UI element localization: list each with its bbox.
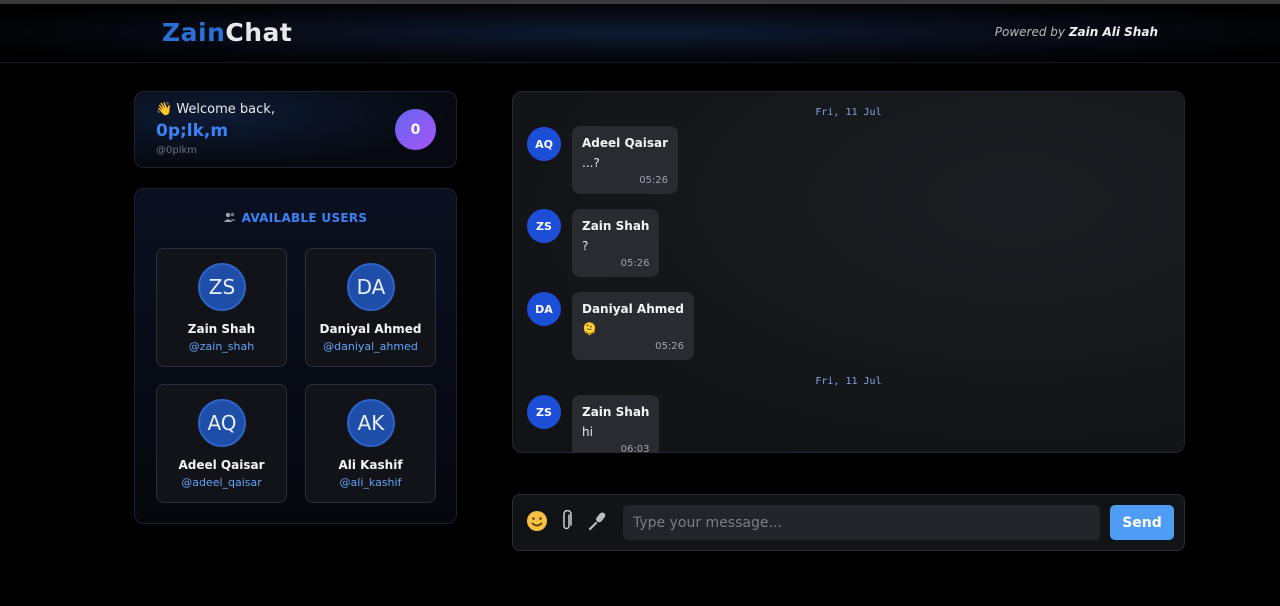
user-card-adeel-qaisar[interactable]: AQ Adeel Qaisar @adeel_qaisar: [156, 384, 287, 503]
message-bubble: Zain Shah hi 06:03: [572, 395, 660, 453]
message-time: 05:26: [639, 175, 669, 186]
message-bubble: Zain Shah ? 05:26: [572, 209, 660, 277]
message-bubble: Daniyal Ahmed 🫠 05:26: [572, 292, 694, 360]
brand-part-2: Chat: [225, 18, 293, 47]
welcome-label: 👋 Welcome back,: [156, 102, 275, 117]
message-avatar: DA: [527, 292, 561, 326]
message-sender: Zain Shah: [582, 219, 650, 233]
user-badge[interactable]: 0: [395, 109, 436, 150]
user-handle: @daniyal_ahmed: [323, 340, 418, 353]
app-header: ZainChat Powered by Zain Ali Shah: [0, 4, 1280, 63]
powered-name: Zain Ali Shah: [1068, 25, 1158, 39]
users-icon: [223, 212, 236, 225]
paperclip-icon[interactable]: [561, 509, 573, 537]
user-handle: @zain_shah: [188, 340, 255, 353]
message-sender: Daniyal Ahmed: [582, 302, 684, 316]
message-time: 05:26: [620, 258, 650, 269]
microphone-icon[interactable]: [587, 510, 609, 537]
user-name: Daniyal Ahmed: [319, 322, 422, 336]
user-name: Adeel Qaisar: [178, 458, 265, 472]
avatar: AK: [347, 399, 395, 447]
brand-logo[interactable]: ZainChat: [162, 18, 292, 47]
send-button[interactable]: Send: [1110, 505, 1174, 540]
message-bubble: Adeel Qaisar ...? 05:26: [572, 126, 679, 194]
user-card-zain-shah[interactable]: ZS Zain Shah @zain_shah: [156, 248, 287, 367]
message-sender: Zain Shah: [582, 405, 650, 419]
message-text: hi: [582, 425, 593, 439]
message-composer: Send: [512, 494, 1185, 551]
avatar: AQ: [198, 399, 246, 447]
avatar: ZS: [198, 263, 246, 311]
brand-part-1: Zain: [162, 18, 226, 47]
date-separator: Fri, 11 Jul: [815, 107, 882, 118]
message-avatar: AQ: [527, 127, 561, 161]
message-time: 06:03: [620, 444, 650, 453]
current-user-handle: @0plkm: [156, 145, 198, 156]
welcome-text: Welcome back,: [176, 102, 275, 117]
powered-prefix: Powered by: [994, 25, 1069, 39]
message-text: 🫠: [582, 322, 597, 336]
message-text: ...?: [582, 156, 600, 170]
message-avatar: ZS: [527, 209, 561, 243]
user-handle: @ali_kashif: [339, 476, 402, 489]
user-card-ali-kashif[interactable]: AK Ali Kashif @ali_kashif: [305, 384, 436, 503]
available-users-label: AVAILABLE USERS: [241, 211, 368, 225]
user-handle: @adeel_qaisar: [181, 476, 262, 489]
available-users-panel: AVAILABLE USERS ZS Zain Shah @zain_shah …: [134, 188, 457, 524]
message-avatar: ZS: [527, 395, 561, 429]
wave-icon: 👋: [156, 102, 173, 117]
available-users-title: AVAILABLE USERS: [135, 211, 456, 225]
user-name: Ali Kashif: [338, 458, 403, 472]
user-name: Zain Shah: [187, 322, 256, 336]
powered-by: Powered by Zain Ali Shah: [995, 25, 1158, 39]
avatar: DA: [347, 263, 395, 311]
current-user-name: 0p;lk,m: [156, 121, 229, 141]
date-separator: Fri, 11 Jul: [815, 376, 882, 387]
user-card-daniyal-ahmed[interactable]: DA Daniyal Ahmed @daniyal_ahmed: [305, 248, 436, 367]
welcome-card: 👋 Welcome back, 0p;lk,m @0plkm 0: [134, 91, 457, 168]
message-text: ?: [582, 239, 589, 253]
message-time: 05:26: [655, 341, 684, 352]
message-input[interactable]: [623, 505, 1100, 540]
emoji-icon[interactable]: [526, 510, 548, 537]
message-sender: Adeel Qaisar: [582, 136, 669, 150]
chat-messages-panel[interactable]: Fri, 11 Jul AQ Adeel Qaisar ...? 05:26 Z…: [512, 91, 1185, 453]
